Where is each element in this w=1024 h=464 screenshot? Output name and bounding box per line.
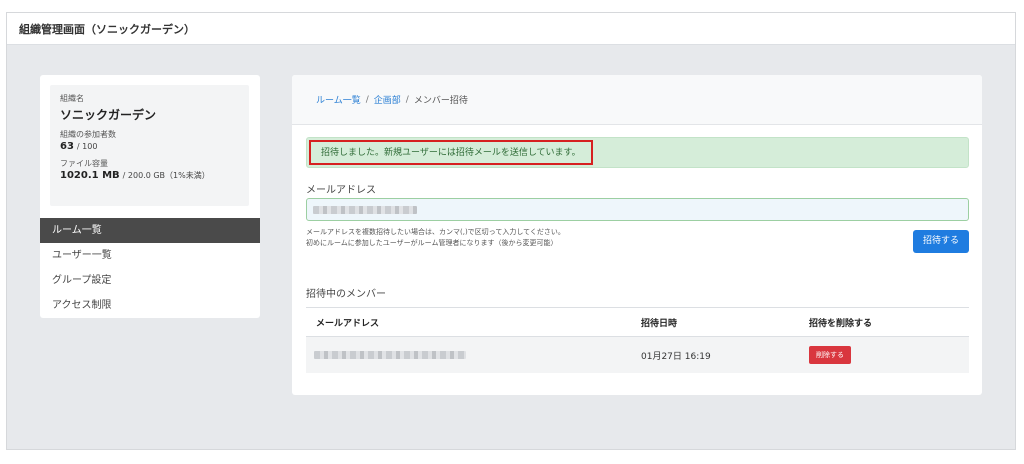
delete-invite-button[interactable]: 削除する — [809, 346, 851, 364]
breadcrumb-separator: / — [405, 94, 409, 105]
row-delete-cell: 削除する — [809, 346, 969, 364]
storage-used: 1020.1 MB — [60, 170, 120, 181]
storage-value: 1020.1 MB/ 200.0 GB（1%未満） — [60, 170, 239, 181]
row-email-cell — [306, 337, 641, 373]
redacted-email — [314, 351, 466, 359]
email-field-label: メールアドレス — [306, 185, 376, 196]
column-email: メールアドレス — [316, 318, 380, 329]
breadcrumb-rooms-link[interactable]: ルーム一覧 — [316, 93, 361, 106]
email-field[interactable] — [306, 198, 969, 221]
org-name-label: 組織名 — [60, 94, 84, 103]
members-value: 63/ 100 — [60, 141, 239, 152]
pending-members-table: メールアドレス 招待日時 招待を削除する 01月27日 16:19 削除する — [306, 307, 969, 373]
help-line-2: 初めにルームに参加したユーザーがルーム管理者になります（後から変更可能） — [306, 239, 558, 247]
members-count: 63 — [60, 141, 74, 152]
redacted-email — [313, 206, 417, 214]
column-delete: 招待を削除する — [809, 318, 873, 329]
email-help-text: メールアドレスを複数招待したい場合は、カンマ(,)で区切って入力してください。 … — [306, 227, 565, 249]
help-line-1: メールアドレスを複数招待したい場合は、カンマ(,)で区切って入力してください。 — [306, 228, 565, 236]
members-label: 組織の参加者数 — [60, 130, 116, 139]
table-row: 01月27日 16:19 削除する — [306, 337, 969, 373]
invite-card: ルーム一覧 / 企画部 / メンバー招待 招待しました。新規ユーザーには招待メー… — [292, 75, 982, 395]
breadcrumb-current: メンバー招待 — [413, 96, 468, 106]
sidebar-item-users[interactable]: ユーザー一覧 — [40, 243, 260, 268]
breadcrumb-department-link[interactable]: 企画部 — [374, 93, 401, 106]
sidebar-item-rooms[interactable]: ルーム一覧 — [40, 218, 260, 243]
storage-label: ファイル容量 — [60, 159, 108, 168]
invite-button[interactable]: 招待する — [913, 230, 969, 253]
org-sidebar: 組織名 ソニックガーデン 組織の参加者数 63/ 100 ファイル容量 1020… — [40, 75, 260, 318]
page-title: 組織管理画面（ソニックガーデン） — [7, 13, 1015, 45]
sidebar-nav: ルーム一覧 ユーザー一覧 グループ設定 アクセス制限 — [40, 218, 260, 318]
app-frame: 組織管理画面（ソニックガーデン） 組織名 ソニックガーデン 組織の参加者数 63… — [6, 12, 1016, 450]
table-header: メールアドレス 招待日時 招待を削除する — [306, 307, 969, 337]
column-invited-at: 招待日時 — [641, 318, 678, 329]
breadcrumb: ルーム一覧 / 企画部 / メンバー招待 — [292, 75, 982, 125]
org-info: 組織名 ソニックガーデン 組織の参加者数 63/ 100 ファイル容量 1020… — [50, 85, 249, 206]
storage-total: / 200.0 GB（1%未満） — [122, 171, 210, 180]
breadcrumb-separator: / — [365, 94, 369, 105]
alert-message: 招待しました。新規ユーザーには招待メールを送信しています。 — [309, 140, 593, 165]
sidebar-item-groups[interactable]: グループ設定 — [40, 268, 260, 293]
org-name: ソニックガーデン — [60, 108, 157, 122]
sidebar-item-access[interactable]: アクセス制限 — [40, 293, 260, 318]
row-invited-at: 01月27日 16:19 — [641, 351, 711, 362]
pending-members-title: 招待中のメンバー — [306, 289, 386, 300]
success-alert: 招待しました。新規ユーザーには招待メールを送信しています。 — [306, 137, 969, 168]
members-total: / 100 — [76, 142, 98, 151]
